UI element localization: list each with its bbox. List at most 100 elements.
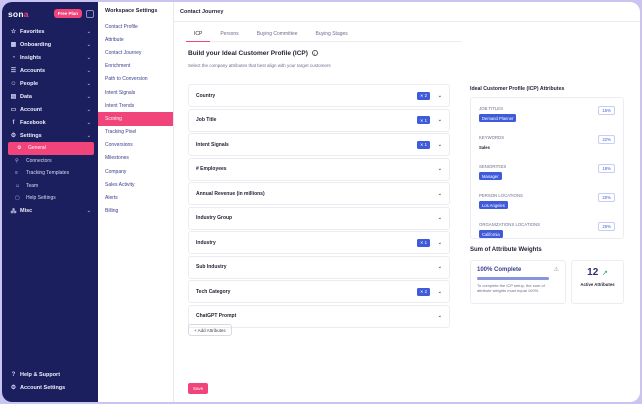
database-icon: ▤ xyxy=(10,94,17,100)
workspace-item-conversions[interactable]: Conversions xyxy=(98,139,173,152)
sidebar-item-insights[interactable]: ◔ Insights ⌄ xyxy=(6,51,94,64)
workspace-item-milestones[interactable]: Milestones xyxy=(98,152,173,165)
main-content: Contact Journey ICP Persons Buying Committ… xyxy=(174,2,640,402)
star-icon: ☆ xyxy=(10,29,17,35)
settings-item-team[interactable]: ☺ Team xyxy=(6,180,94,193)
sidebar-item-data[interactable]: ▤ Data ⌄ xyxy=(6,90,94,103)
help-label: Help & Support xyxy=(20,371,61,378)
workspace-item-path-to-conversion[interactable]: Path to Conversion xyxy=(98,73,173,86)
attribute-row[interactable]: Sub Industry ⌄ xyxy=(188,255,450,279)
attribute-row[interactable]: Annual Revenue (in millions) ⌄ xyxy=(188,182,450,205)
attribute-row[interactable]: Industry Group ⌄ xyxy=(188,206,450,230)
grid-icon: ▦ xyxy=(10,42,17,48)
list-icon: ☰ xyxy=(10,68,17,74)
sidebar-item-people[interactable]: ☺ People ⌄ xyxy=(6,77,94,90)
chevron-down-icon[interactable]: ⌄ xyxy=(434,117,442,123)
chevron-down-icon[interactable]: ⌄ xyxy=(434,289,442,295)
attribute-label: # Employees xyxy=(196,166,227,172)
icp-summary-card: JOB TITLES 15% Demand Planner KEYWORDS 22% Sa… xyxy=(470,97,624,239)
add-attributes-button[interactable]: + Add Attributes xyxy=(188,324,232,336)
chevron-down-icon: ⌄ xyxy=(86,106,91,113)
workspace-item-sales-activity[interactable]: Sales Activity xyxy=(98,178,173,191)
attribute-row[interactable]: Industry ✕ 1 ⌄ xyxy=(188,231,450,254)
chevron-down-icon[interactable]: ⌄ xyxy=(434,264,442,270)
sidebar-item-settings[interactable]: ⚙ Settings ⌄ xyxy=(6,129,94,142)
workspace-item-intent-trends[interactable]: Intent Trends xyxy=(98,99,173,112)
attribute-label: Annual Revenue (in millions) xyxy=(196,190,265,197)
chevron-down-icon[interactable]: ⌄ xyxy=(434,93,442,99)
selection-count-badge[interactable]: ✕ 1 xyxy=(416,238,430,247)
workspace-item-company[interactable]: Company xyxy=(98,165,173,178)
icp-weight-percent[interactable]: 18% xyxy=(598,164,615,173)
completion-status: 100% Complete xyxy=(477,267,522,273)
attribute-row[interactable]: Intent Signals ✕ 1 ⌄ xyxy=(188,133,450,156)
attribute-label: ChatGPT Prompt xyxy=(196,313,237,319)
chevron-down-icon[interactable]: ⌄ xyxy=(434,142,442,148)
icp-weight-percent[interactable]: 15% xyxy=(598,106,615,115)
plan-badge[interactable]: Free Plan xyxy=(53,9,82,18)
workspace-item-alerts[interactable]: Alerts xyxy=(98,191,173,204)
sidebar-item-accounts[interactable]: ☰ Accounts ⌄ xyxy=(6,64,94,77)
sidebar-item-label: Onboarding xyxy=(20,41,52,48)
workspace-item-intent-signals[interactable]: Intent Signals xyxy=(98,86,173,99)
info-icon[interactable]: i xyxy=(311,50,318,56)
sidebar-item-label: Accounts xyxy=(20,67,46,74)
sidebar: sona Free Plan ☆ Favorites ⌄ ▦ Onboarding ⌄ ◔ I… xyxy=(2,2,98,402)
collapse-sidebar-icon[interactable] xyxy=(86,9,94,18)
selection-count-badge[interactable]: ✕ 1 xyxy=(416,140,430,149)
icp-weight-percent[interactable]: 25% xyxy=(598,222,615,231)
selection-count-badge[interactable]: ✕ 2 xyxy=(416,287,430,296)
app-window: sona Free Plan ☆ Favorites ⌄ ▦ Onboarding ⌄ ◔ I… xyxy=(2,2,640,402)
selection-count-badge[interactable]: ✕ 2 xyxy=(416,91,430,100)
attribute-row[interactable]: # Employees ⌄ xyxy=(188,157,450,181)
selection-count-badge[interactable]: ✕ 1 xyxy=(416,116,430,124)
icp-weight-percent[interactable]: 22% xyxy=(598,135,615,144)
section-title: Build your Ideal Customer Profile (ICP) … xyxy=(188,50,318,57)
active-attributes-count: 12 xyxy=(587,267,599,278)
tab-icp[interactable]: ICP xyxy=(186,26,211,42)
workspace-item-billing[interactable]: Billing xyxy=(98,205,173,218)
save-button[interactable]: Save xyxy=(188,383,209,394)
attribute-row[interactable]: Country ✕ 2 ⌄ xyxy=(188,84,450,107)
section-title-text: Build your Ideal Customer Profile (ICP) xyxy=(188,50,308,57)
workspace-item-contact-journey[interactable]: Contact Journey xyxy=(98,46,173,59)
chevron-down-icon[interactable]: ⌄ xyxy=(434,166,442,172)
help-settings-icon: ▢ xyxy=(15,195,20,202)
icp-panel-title: Ideal Customer Profile (ICP) Attributes xyxy=(470,86,565,92)
attribute-row[interactable]: Job Title ✕ 1 ⌄ xyxy=(188,108,450,132)
gear-icon: ⚙ xyxy=(10,385,17,391)
icp-group: PERSON LOCATIONS 20% Los Angeles xyxy=(479,193,615,220)
chevron-down-icon[interactable]: ⌄ xyxy=(434,215,442,221)
attribute-row[interactable]: Tech Category ✕ 2 ⌄ xyxy=(188,280,450,303)
tab-buying-committee[interactable]: Buying Committee xyxy=(249,26,306,42)
sidebar-item-misc[interactable]: ⁂ Misc ⌄ xyxy=(6,205,94,218)
chevron-down-icon[interactable]: ⌄ xyxy=(434,240,442,246)
attribute-label: Industry xyxy=(196,239,216,246)
settings-item-connectors[interactable]: ⚲ Connectors xyxy=(6,155,94,168)
sidebar-item-favorites[interactable]: ☆ Favorites ⌄ xyxy=(6,25,94,38)
sidebar-item-label: People xyxy=(20,80,39,87)
sidebar-item-facebook[interactable]: f Facebook ⌄ xyxy=(6,116,94,129)
chevron-down-icon[interactable]: ⌄ xyxy=(434,313,442,319)
workspace-item-tracking-pixel[interactable]: Tracking Pixel xyxy=(98,126,173,139)
account-settings-link[interactable]: ⚙ Account Settings xyxy=(6,381,94,394)
workspace-item-contact-profile[interactable]: Contact Profile xyxy=(98,20,173,33)
settings-item-tracking-templates[interactable]: ≡ Tracking Templates xyxy=(6,167,94,180)
sidebar-item-account[interactable]: ▭ Account ⌄ xyxy=(6,103,94,116)
sidebar-item-onboarding[interactable]: ▦ Onboarding ⌄ xyxy=(6,38,94,51)
settings-item-help-settings[interactable]: ▢ Help Settings xyxy=(6,192,94,205)
weights-progress-bar xyxy=(477,277,549,280)
icp-weight-percent[interactable]: 20% xyxy=(598,193,615,202)
settings-item-general[interactable]: ⚙ General xyxy=(8,142,94,155)
attribute-label: Country xyxy=(196,92,216,99)
sidebar-item-label: Insights xyxy=(20,54,42,61)
help-support-link[interactable]: ? Help & Support xyxy=(6,368,94,381)
sidebar-item-label: Account xyxy=(20,106,42,113)
chevron-down-icon[interactable]: ⌄ xyxy=(434,191,442,197)
workspace-item-enrichment[interactable]: Enrichment xyxy=(98,60,173,73)
tab-buying-stages[interactable]: Buying Stages xyxy=(308,26,356,42)
workspace-item-attribute[interactable]: Attribute xyxy=(98,33,173,46)
tab-persons[interactable]: Persons xyxy=(212,26,246,42)
workspace-item-scoring[interactable]: Scoring xyxy=(98,112,173,126)
chevron-down-icon: ⌄ xyxy=(86,119,91,126)
